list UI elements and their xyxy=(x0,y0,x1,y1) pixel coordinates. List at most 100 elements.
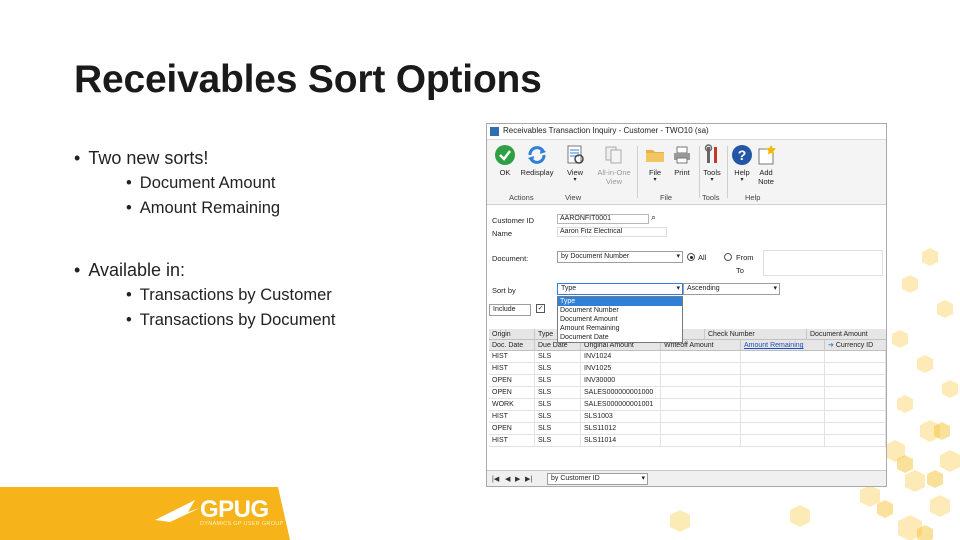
sort-by-select[interactable]: Type ▾ xyxy=(557,283,683,295)
chevron-down-icon: ▾ xyxy=(676,253,680,260)
chevron-down-icon: ▾ xyxy=(710,177,714,183)
grid-header-row-1: Origin Type Check Number Document Amount xyxy=(489,329,886,340)
table-cell xyxy=(661,435,741,447)
table-cell: SALES000000001001 xyxy=(581,399,661,411)
sort-order-select[interactable]: Ascending ▾ xyxy=(683,283,780,295)
previous-record-button[interactable]: ◀ xyxy=(505,475,510,483)
table-cell xyxy=(825,435,886,447)
ribbon-group-label: Tools xyxy=(702,193,720,202)
table-cell xyxy=(661,363,741,375)
chevron-down-icon: ▾ xyxy=(573,177,577,183)
include-button[interactable]: Include xyxy=(489,304,531,316)
table-cell xyxy=(741,411,825,423)
table-row[interactable]: HIST SLS INV1024 xyxy=(489,351,886,363)
table-cell: SLS xyxy=(535,387,581,399)
redisplay-icon xyxy=(528,146,546,164)
bullet-item: • Two new sorts! xyxy=(74,148,209,168)
table-cell xyxy=(661,411,741,423)
all-in-one-view-button[interactable]: All-in-One View xyxy=(591,144,637,186)
customer-id-label: Customer ID xyxy=(492,216,535,225)
view-icon xyxy=(567,145,584,164)
document-select[interactable]: by Document Number ▾ xyxy=(557,251,683,263)
table-row[interactable]: OPEN SLS SALES000000001000 xyxy=(489,387,886,399)
ribbon-separator xyxy=(637,146,638,198)
range-fields[interactable] xyxy=(763,250,883,276)
table-cell: OPEN xyxy=(489,423,535,435)
to-label: To xyxy=(736,266,744,275)
table-cell: WORK xyxy=(489,399,535,411)
sort-option[interactable]: Type xyxy=(558,297,682,306)
table-cell: SLS xyxy=(535,399,581,411)
first-record-button[interactable]: |◀ xyxy=(492,475,499,483)
table-cell: INV1025 xyxy=(581,363,661,375)
table-cell xyxy=(825,375,886,387)
sort-option[interactable]: Document Date xyxy=(558,333,682,342)
table-cell xyxy=(825,411,886,423)
column-header[interactable]: Check Number xyxy=(705,329,807,340)
sort-by-options-list[interactable]: Type Document Number Document Amount Amo… xyxy=(557,296,683,343)
table-cell xyxy=(661,351,741,363)
table-cell: SLS11014 xyxy=(581,435,661,447)
browse-sort-select[interactable]: by Customer ID ▾ xyxy=(547,473,648,485)
grid-header-row-2: Doc. Date Due Date Original Amount Write… xyxy=(489,340,886,351)
table-row[interactable]: HIST SLS INV1025 xyxy=(489,363,886,375)
include-checkbox[interactable]: ✓ xyxy=(536,304,545,313)
radio-all[interactable] xyxy=(687,253,695,261)
table-row[interactable]: OPEN SLS SLS11012 xyxy=(489,423,886,435)
all-in-one-view-icon xyxy=(605,146,622,164)
column-header[interactable]: Amount Remaining xyxy=(741,340,825,351)
column-header[interactable]: ➜ Currency ID xyxy=(825,340,886,351)
window-title: Receivables Transaction Inquiry - Custom… xyxy=(503,126,709,135)
table-row[interactable]: HIST SLS SLS1003 xyxy=(489,411,886,423)
tools-icon xyxy=(704,144,717,163)
ribbon-group-label: File xyxy=(660,193,673,202)
document-label: Document: xyxy=(492,254,529,263)
table-cell: INV1024 xyxy=(581,351,661,363)
arrow-right-icon[interactable]: ➜ xyxy=(828,342,836,349)
table-cell: HIST xyxy=(489,435,535,447)
table-cell xyxy=(741,363,825,375)
column-header[interactable]: Origin xyxy=(489,329,535,340)
table-cell xyxy=(825,399,886,411)
gpug-logo: GPUG xyxy=(200,496,269,523)
radio-all-label: All xyxy=(698,253,707,262)
radio-from-label: From xyxy=(736,253,754,262)
sort-option[interactable]: Document Number xyxy=(558,306,682,315)
status-bar: |◀ ◀ ▶ ▶| by Customer ID ▾ xyxy=(487,470,886,486)
table-row[interactable]: HIST SLS SLS11014 xyxy=(489,435,886,447)
lookup-icon[interactable]: ⌕ xyxy=(651,212,656,223)
table-cell: OPEN xyxy=(489,375,535,387)
window-titlebar: Receivables Transaction Inquiry - Custom… xyxy=(487,124,886,140)
sort-option[interactable]: Document Amount xyxy=(558,315,682,324)
table-cell xyxy=(661,375,741,387)
tools-button[interactable]: Tools ▾ xyxy=(695,144,729,184)
sort-option[interactable]: Amount Remaining xyxy=(558,324,682,333)
redisplay-button[interactable]: Redisplay xyxy=(517,144,557,177)
table-cell xyxy=(741,423,825,435)
ribbon: OK Redisplay View ▾ All-in-One View File… xyxy=(487,140,886,205)
table-cell: SALES000000001000 xyxy=(581,387,661,399)
table-cell: SLS xyxy=(535,363,581,375)
name-field: Aaron Fitz Electrical xyxy=(557,227,667,237)
table-cell xyxy=(825,351,886,363)
table-row[interactable]: WORK SLS SALES000000001001 xyxy=(489,399,886,411)
table-cell xyxy=(825,387,886,399)
table-cell xyxy=(741,435,825,447)
table-row[interactable]: OPEN SLS INV30000 xyxy=(489,375,886,387)
print-button[interactable]: Print xyxy=(665,144,699,177)
view-button[interactable]: View ▾ xyxy=(557,144,593,184)
radio-from[interactable] xyxy=(724,253,732,261)
table-cell: SLS1003 xyxy=(581,411,661,423)
help-icon: ? xyxy=(732,145,752,165)
next-record-button[interactable]: ▶ xyxy=(515,475,520,483)
column-header[interactable]: Document Amount xyxy=(807,329,886,340)
table-cell: INV30000 xyxy=(581,375,661,387)
sub-bullet-item: • Amount Remaining xyxy=(126,199,281,217)
column-header[interactable]: Doc. Date xyxy=(489,340,535,351)
add-note-button[interactable]: Add Note xyxy=(751,144,781,186)
customer-id-field[interactable]: AARONFIT0001 xyxy=(557,214,649,224)
last-record-button[interactable]: ▶| xyxy=(525,475,532,483)
table-cell xyxy=(741,387,825,399)
sub-bullet-item: • Transactions by Document xyxy=(126,311,336,329)
app-icon xyxy=(490,127,499,136)
